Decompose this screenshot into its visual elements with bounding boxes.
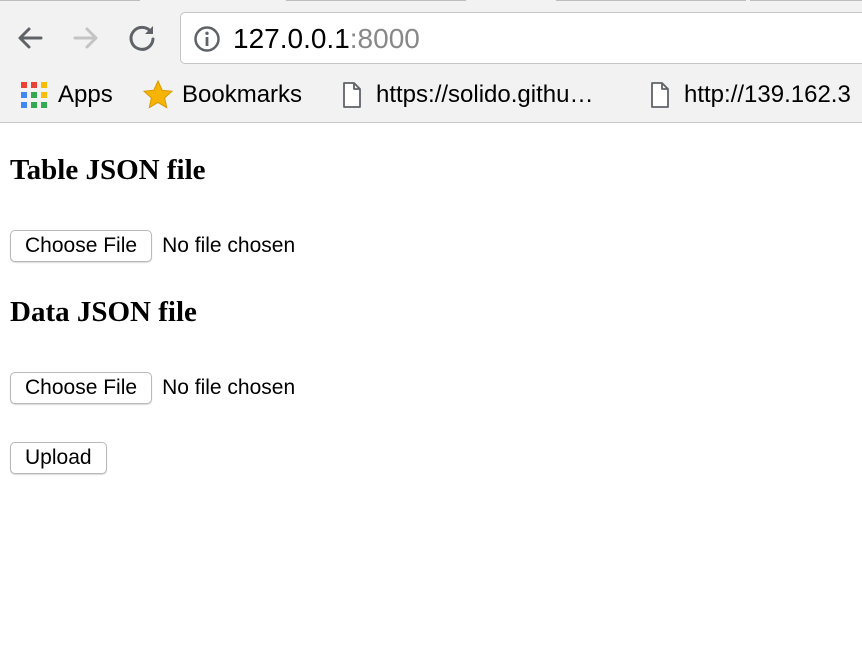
- bookmark-label: http://139.162.3: [684, 81, 851, 108]
- file-status: No file chosen: [162, 376, 296, 399]
- address-bar[interactable]: 127.0.0.1:8000: [180, 12, 862, 64]
- page-icon: [343, 82, 361, 108]
- url-host: 127.0.0.1: [233, 23, 350, 54]
- forward-arrow-icon: [73, 27, 98, 49]
- reload-button[interactable]: [122, 18, 162, 58]
- url-port: :8000: [349, 23, 420, 54]
- apps-grid-icon: [21, 82, 47, 108]
- upload-button[interactable]: Upload: [10, 442, 107, 474]
- bookmark-ip[interactable]: http://139.162.3: [650, 76, 851, 114]
- address-text[interactable]: 127.0.0.1:8000: [233, 23, 420, 55]
- data-json-heading: Data JSON file: [10, 296, 197, 328]
- choose-file-button[interactable]: Choose File: [10, 230, 153, 262]
- reload-icon: [129, 25, 155, 51]
- bookmark-apps[interactable]: Apps: [20, 76, 113, 114]
- info-icon[interactable]: [193, 25, 221, 53]
- choose-file-button[interactable]: Choose File: [10, 372, 153, 404]
- upload-row: Upload: [10, 441, 107, 475]
- bookmark-label: https://solido.githu…: [376, 81, 594, 108]
- bookmarks-bar: Apps Bookmarks https://solido.githu… htt…: [0, 76, 862, 114]
- tab-strip-edge: [0, 0, 862, 4]
- page-icon: [651, 82, 669, 108]
- table-json-heading: Table JSON file: [10, 154, 206, 186]
- file-status: No file chosen: [162, 234, 296, 257]
- back-button[interactable]: [10, 18, 50, 58]
- bookmark-solido[interactable]: https://solido.githu…: [342, 76, 593, 114]
- data-file-input[interactable]: Choose File No file chosen: [10, 371, 295, 405]
- bookmark-label: Bookmarks: [182, 81, 303, 108]
- star-icon: [142, 79, 174, 109]
- forward-button[interactable]: [66, 18, 106, 58]
- bookmark-bookmarks[interactable]: Bookmarks: [142, 76, 302, 114]
- browser-toolbar: 127.0.0.1:8000 Apps Bookmarks https://so…: [0, 0, 862, 123]
- bookmark-label: Apps: [58, 81, 113, 108]
- table-file-input[interactable]: Choose File No file chosen: [10, 229, 295, 263]
- back-arrow-icon: [18, 27, 43, 49]
